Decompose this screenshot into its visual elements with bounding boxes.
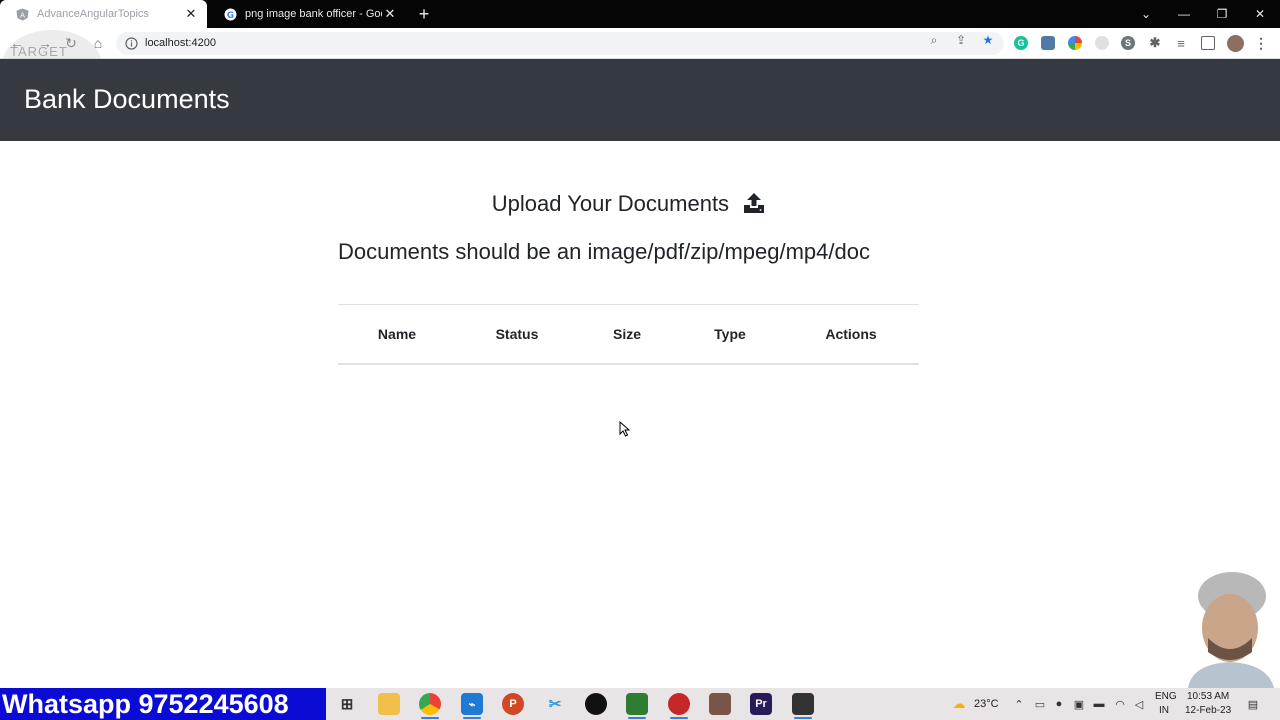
color-picker-extension-icon[interactable] xyxy=(1068,36,1082,50)
powerpoint-icon[interactable]: P xyxy=(502,693,524,715)
angular-icon: A xyxy=(16,8,29,21)
snipping-tool-icon[interactable]: ✂ xyxy=(544,693,566,715)
share-icon[interactable]: ⇪ xyxy=(954,33,968,47)
microphone-icon[interactable]: ● xyxy=(1052,697,1066,711)
whatsapp-banner: Whatsapp 9752245608 xyxy=(0,688,326,720)
skype-extension-icon[interactable]: S xyxy=(1121,36,1135,50)
close-window-button[interactable]: ✕ xyxy=(1241,0,1279,28)
svg-text:G: G xyxy=(227,11,234,21)
chrome-active-indicator xyxy=(421,717,439,719)
app-icon[interactable] xyxy=(709,693,731,715)
whiteboard-active-indicator xyxy=(628,717,646,719)
region-indicator[interactable]: IN xyxy=(1159,705,1169,716)
task-view-icon[interactable]: ⊞ xyxy=(336,693,358,715)
zoom-icon[interactable]: ⌕ xyxy=(927,33,941,47)
clock-date[interactable]: 12-Feb-23 xyxy=(1185,705,1231,716)
presenter-webcam-image xyxy=(1188,572,1274,688)
profile-avatar[interactable] xyxy=(1227,35,1244,52)
close-tab-icon[interactable]: ✕ xyxy=(382,6,398,22)
file-explorer-icon[interactable] xyxy=(378,693,400,715)
chevron-up-icon[interactable]: ⌃ xyxy=(1012,697,1026,711)
close-tab-icon[interactable]: ✕ xyxy=(183,6,199,22)
extension-icon[interactable] xyxy=(1095,36,1109,50)
restore-button[interactable]: ❐ xyxy=(1203,0,1241,28)
premiere-pro-icon[interactable]: Pr xyxy=(750,693,772,715)
reading-list-icon[interactable]: ≡ xyxy=(1174,36,1188,51)
wifi-icon[interactable]: ◠ xyxy=(1113,697,1127,711)
tab-google-search[interactable]: G png image bank officer - Google ✕ xyxy=(208,0,406,28)
notifications-icon[interactable]: ▤ xyxy=(1246,697,1260,711)
tray-icon[interactable]: ▣ xyxy=(1072,697,1086,711)
browser-toolbar: ← → ↻ ⌂ localhost:4200 ⌕ ⇪ ★ xyxy=(0,28,1280,59)
app-icon[interactable] xyxy=(585,693,607,715)
new-tab-button[interactable]: + xyxy=(414,4,434,24)
language-indicator[interactable]: ENG xyxy=(1155,691,1177,702)
column-header-type: Type xyxy=(714,326,746,342)
site-info-icon[interactable] xyxy=(125,37,138,50)
mouse-cursor-icon xyxy=(619,421,631,437)
column-header-status: Status xyxy=(495,326,539,342)
clock-time[interactable]: 10:53 AM xyxy=(1187,691,1229,702)
bookmark-star-icon[interactable]: ★ xyxy=(981,33,995,47)
url-text: localhost:4200 xyxy=(145,37,216,49)
recorder-active-indicator xyxy=(670,717,688,719)
recorder-icon[interactable] xyxy=(668,693,690,715)
documents-table: Name Status Size Type Actions xyxy=(338,304,919,365)
tab-title: AdvanceAngularTopics xyxy=(37,8,149,20)
obs-icon[interactable] xyxy=(792,693,814,715)
side-panel-icon[interactable] xyxy=(1201,36,1215,50)
upload-icon[interactable] xyxy=(743,193,765,213)
obs-active-indicator xyxy=(794,717,812,719)
vscode-active-indicator xyxy=(463,717,481,719)
tab-advance-angular-topics[interactable]: A AdvanceAngularTopics ✕ xyxy=(0,0,207,28)
tab-title: png image bank officer - Google xyxy=(245,8,382,20)
browser-tab-bar: A AdvanceAngularTopics ✕ G png image ban… xyxy=(0,0,1280,28)
upload-heading[interactable]: Upload Your Documents xyxy=(0,191,1257,217)
vscode-icon[interactable]: ⌁ xyxy=(461,693,483,715)
tray-icon[interactable]: ▭ xyxy=(1033,697,1047,711)
weather-icon[interactable]: ☁ xyxy=(949,696,969,711)
app-navbar: Bank Documents xyxy=(0,59,1280,141)
grammarly-extension-icon[interactable]: G xyxy=(1014,36,1028,50)
puzzle-extensions-icon[interactable]: ✱ xyxy=(1148,35,1162,50)
weather-temperature[interactable]: 23°C xyxy=(974,698,999,710)
page-title: Bank Documents xyxy=(24,84,230,114)
whiteboard-icon[interactable] xyxy=(626,693,648,715)
column-header-actions: Actions xyxy=(825,326,877,342)
kebab-menu-icon[interactable]: ⋮ xyxy=(1254,35,1268,51)
extension-icon[interactable] xyxy=(1041,36,1055,50)
svg-text:A: A xyxy=(20,11,25,19)
upload-heading-text: Upload Your Documents xyxy=(491,191,730,216)
table-header-row: Name Status Size Type Actions xyxy=(338,305,919,365)
address-bar[interactable]: localhost:4200 xyxy=(116,32,1004,55)
column-header-name: Name xyxy=(377,326,417,342)
tab-search-chevron-icon[interactable]: ⌄ xyxy=(1127,0,1165,28)
minimize-button[interactable]: — xyxy=(1165,0,1203,28)
chrome-icon[interactable] xyxy=(419,693,441,715)
google-icon: G xyxy=(224,8,237,21)
battery-icon[interactable]: ▬ xyxy=(1092,697,1106,711)
accepted-formats-text: Documents should be an image/pdf/zip/mpe… xyxy=(338,239,870,264)
volume-icon[interactable]: ◁ xyxy=(1132,697,1146,711)
column-header-size: Size xyxy=(612,326,641,342)
